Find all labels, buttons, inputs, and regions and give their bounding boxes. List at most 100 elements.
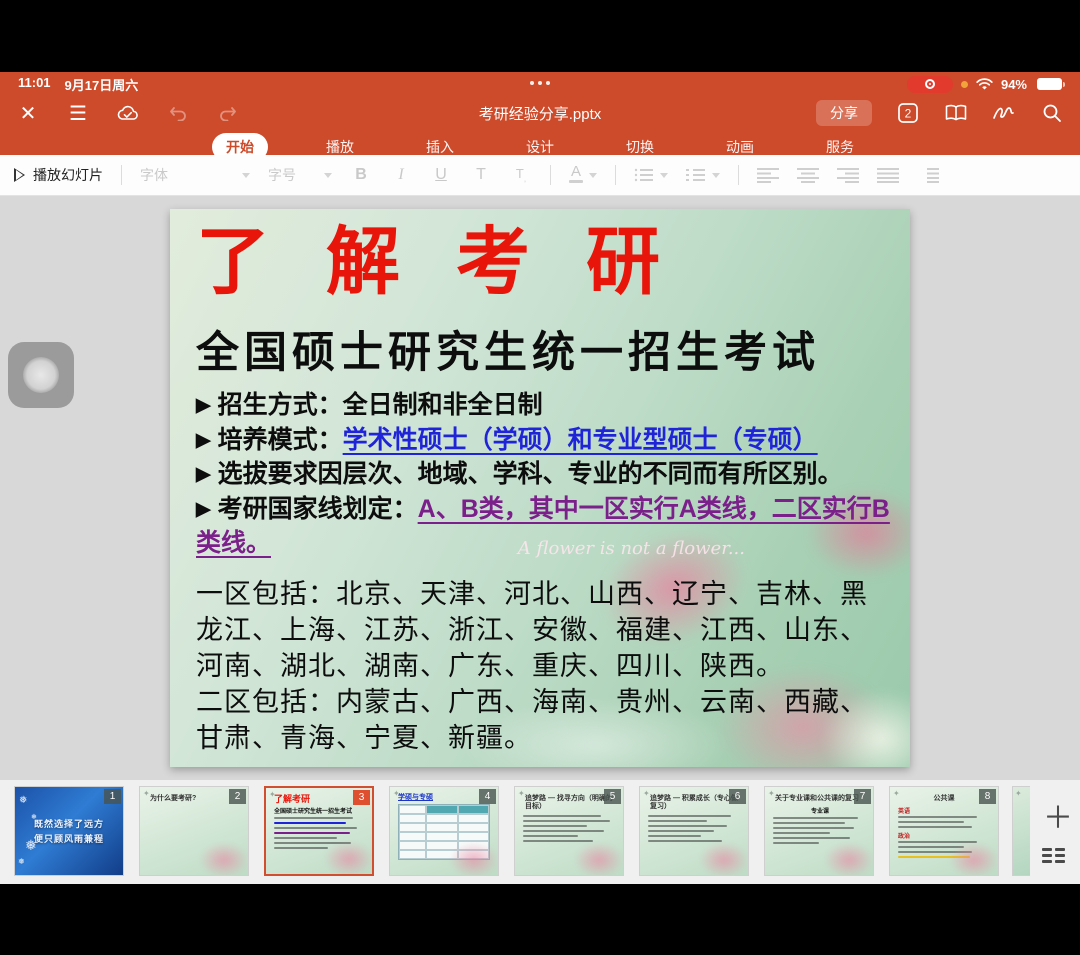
text-line bbox=[648, 825, 727, 827]
menu-icon[interactable]: ☰ bbox=[66, 101, 90, 125]
slide-thumbnail-7[interactable]: ✦关于专业课和公共课的复习专业课7 bbox=[764, 786, 874, 876]
slide-thumbnail-4[interactable]: ✦学硕与专硕4 bbox=[389, 786, 499, 876]
text-line bbox=[648, 830, 714, 832]
decrease-font-button[interactable]: T, bbox=[510, 166, 532, 184]
increase-font-button[interactable]: T bbox=[470, 166, 492, 184]
bold-button[interactable]: B bbox=[350, 166, 372, 184]
table-cell bbox=[458, 805, 490, 814]
assistive-touch-button[interactable] bbox=[8, 342, 74, 408]
chevron-down-icon bbox=[660, 173, 668, 178]
text-line bbox=[648, 815, 731, 817]
chevron-down-icon bbox=[324, 173, 332, 178]
slide-paragraph-1: 一区包括：北京、天津、河北、山西、辽宁、吉林、黑龙江、上海、江苏、浙江、安徽、福… bbox=[196, 577, 894, 685]
star-icon: ✦ bbox=[269, 790, 276, 799]
font-family-select[interactable]: 字体 bbox=[140, 165, 250, 185]
font-color-button[interactable]: A bbox=[569, 164, 597, 186]
close-icon[interactable]: ✕ bbox=[16, 101, 40, 125]
thumbnail-number-badge: 1 bbox=[104, 789, 121, 804]
table-cell bbox=[399, 805, 426, 814]
chevron-down-icon bbox=[589, 173, 597, 178]
reading-view-icon[interactable] bbox=[944, 101, 968, 125]
thumbnail-subtitle: 全国硕士研究生统一招生考试 bbox=[274, 806, 366, 815]
bullet-text: 招生方式：全日制和非全日制 bbox=[218, 391, 543, 419]
redo-icon[interactable] bbox=[216, 101, 240, 125]
text-line bbox=[898, 821, 964, 823]
thumbnail-text-line: 便只顾风雨兼程 bbox=[34, 832, 104, 845]
thumbnail-number-badge: 8 bbox=[979, 789, 996, 804]
editing-canvas[interactable]: A flower is not a flower... 了解考研 全国硕士研究生… bbox=[0, 196, 1080, 780]
text-line bbox=[274, 832, 350, 834]
underline-button[interactable]: U bbox=[430, 166, 452, 184]
slide-bullet-list[interactable]: ▶招生方式：全日制和非全日制▶培养模式：学术性硕士（学硕）和专业型硕士（专硕）▶… bbox=[196, 388, 894, 561]
text-line bbox=[523, 835, 578, 837]
text-line bbox=[523, 825, 587, 827]
slide-body-text[interactable]: 一区包括：北京、天津、河北、山西、辽宁、吉林、黑龙江、上海、江苏、浙江、安徽、福… bbox=[196, 577, 894, 757]
bullet-link-text[interactable]: 学术性硕士（学硕）和专业型硕士（专硕） bbox=[343, 426, 818, 454]
table-cell bbox=[426, 805, 458, 814]
search-icon[interactable] bbox=[1040, 101, 1064, 125]
slide-thumbnail-6[interactable]: ✦追梦路 — 积累成长（专心做复习）6 bbox=[639, 786, 749, 876]
align-justify-button[interactable] bbox=[877, 167, 899, 183]
slide-title[interactable]: 了解考研 bbox=[196, 221, 894, 302]
snowflake-icon: ❅ bbox=[19, 795, 27, 806]
flower-decoration bbox=[449, 842, 499, 876]
line-spacing-button[interactable] bbox=[917, 167, 939, 183]
bullet-text: 选拔要求因层次、地域、学科、专业的不同而有所区别。 bbox=[218, 460, 843, 488]
share-button[interactable]: 分享 bbox=[816, 100, 872, 126]
align-left-button[interactable] bbox=[757, 167, 779, 183]
align-center-button[interactable] bbox=[797, 167, 819, 183]
screen-recording-indicator[interactable] bbox=[907, 76, 953, 93]
window-count-icon[interactable]: 2 bbox=[896, 101, 920, 125]
title-bar: ✕ ☰ 考研经验分享.pptx 分享 2 bbox=[0, 96, 1080, 130]
bullet-list-button[interactable] bbox=[634, 167, 668, 183]
svg-text:2: 2 bbox=[905, 107, 912, 121]
thumbnail-text-placeholder bbox=[640, 815, 748, 842]
font-size-select[interactable]: 字号 bbox=[268, 165, 332, 185]
slide-bullet-2[interactable]: ▶培养模式：学术性硕士（学硕）和专业型硕士（专硕） bbox=[196, 423, 894, 458]
slide-subtitle[interactable]: 全国硕士研究生统一招生考试 bbox=[196, 318, 894, 380]
slide-thumbnail-5[interactable]: ✦追梦路 — 找寻方向（明确的目标）5 bbox=[514, 786, 624, 876]
play-icon bbox=[14, 168, 25, 182]
flower-decoration bbox=[699, 842, 749, 876]
thumbnail-title: 学硕与专硕 bbox=[398, 792, 492, 802]
wifi-icon bbox=[976, 78, 993, 91]
slide-thumbnail-2[interactable]: ✦为什么要考研?2 bbox=[139, 786, 249, 876]
format-toolbar: 播放幻灯片 字体 字号 B I U T T, A bbox=[0, 155, 1080, 196]
slide-bullet-3[interactable]: ▶选拔要求因层次、地域、学科、专业的不同而有所区别。 bbox=[196, 457, 894, 492]
text-line bbox=[523, 840, 593, 842]
slide-thumbnail-3[interactable]: ✦了解考研全国硕士研究生统一招生考试3 bbox=[264, 786, 374, 876]
align-right-button[interactable] bbox=[837, 167, 859, 183]
text-line bbox=[773, 837, 850, 839]
flower-decoration bbox=[324, 841, 374, 876]
thumbnail-subtitle: 专业课 bbox=[773, 806, 867, 815]
play-slideshow-button[interactable]: 播放幻灯片 bbox=[14, 165, 103, 185]
italic-button[interactable]: I bbox=[390, 166, 412, 184]
text-line bbox=[274, 822, 346, 824]
numbered-list-button[interactable] bbox=[686, 167, 720, 183]
text-line bbox=[274, 847, 328, 849]
text-line bbox=[648, 835, 701, 837]
table-cell bbox=[426, 814, 458, 823]
thumbnail-text-line: 既然选择了远方 bbox=[34, 817, 104, 830]
slide-thumbnail-1[interactable]: 既然选择了远方便只顾风雨兼程❅❅❅❅1 bbox=[14, 786, 124, 876]
add-slide-button[interactable]: ＋ bbox=[1038, 798, 1078, 832]
ink-pen-icon[interactable] bbox=[992, 101, 1016, 125]
wps-presentation-app: 11:01 9月17日周六 94% ✕ ☰ bbox=[0, 72, 1080, 884]
slide-thumbnail-8[interactable]: ✦公共课英语政治8 bbox=[889, 786, 999, 876]
multitask-indicator[interactable] bbox=[530, 81, 550, 85]
document-title: 考研经验分享.pptx bbox=[479, 103, 602, 124]
text-line bbox=[523, 830, 604, 832]
slide-sorter-icon[interactable] bbox=[1042, 848, 1065, 863]
thumbnail-number-badge: 3 bbox=[353, 790, 370, 805]
slide-bullet-4[interactable]: ▶考研国家线划定：A、B类，其中一区实行A类线，二区实行B类线。 bbox=[196, 492, 894, 561]
slide-thumbnail-partial[interactable]: ✦ bbox=[1012, 786, 1030, 876]
table-cell bbox=[399, 841, 426, 850]
status-time: 11:01 bbox=[18, 75, 51, 94]
snowflake-icon: ❅ bbox=[18, 857, 25, 866]
current-slide[interactable]: A flower is not a flower... 了解考研 全国硕士研究生… bbox=[170, 209, 910, 767]
cloud-save-icon[interactable] bbox=[116, 101, 140, 125]
undo-icon[interactable] bbox=[166, 101, 190, 125]
star-icon: ✦ bbox=[893, 789, 900, 798]
slide-bullet-1[interactable]: ▶招生方式：全日制和非全日制 bbox=[196, 388, 894, 423]
table-cell bbox=[399, 823, 426, 832]
